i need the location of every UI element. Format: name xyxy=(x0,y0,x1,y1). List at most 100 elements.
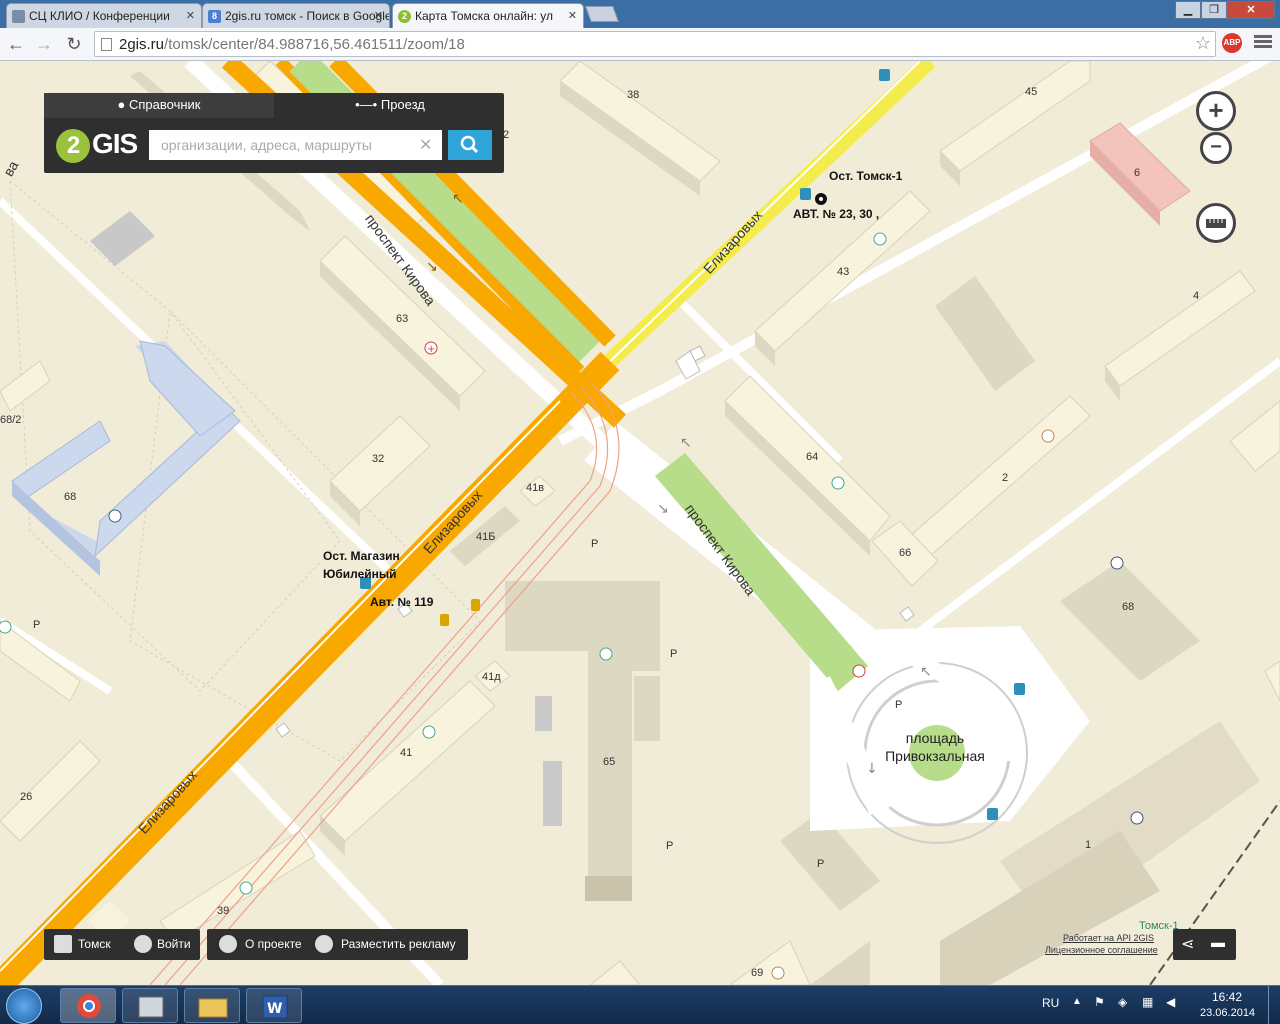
close-window-button[interactable]: ✕ xyxy=(1227,1,1275,19)
feedback-icon[interactable]: ▬ xyxy=(1211,934,1225,950)
language-indicator[interactable]: RU xyxy=(1042,996,1059,1010)
address-bar[interactable]: 2gis.ru/tomsk/center/84.988716,56.461511… xyxy=(94,31,1216,57)
tray-flag-icon[interactable]: ⚑ xyxy=(1094,995,1105,1009)
stop-label-magazin[interactable]: Ост. Магазин xyxy=(323,549,400,564)
tab-title: СЦ КЛИО / Конференции xyxy=(29,9,170,23)
clock-date[interactable]: 23.06.2014 xyxy=(1200,1007,1255,1019)
building-number: 41д xyxy=(482,671,501,683)
start-button[interactable] xyxy=(6,988,42,1024)
tab-klio[interactable]: СЦ КЛИО / Конференции ✕ xyxy=(6,3,202,28)
building-number: 68 xyxy=(1122,601,1135,613)
building-number: 45 xyxy=(1025,86,1038,98)
zoom-in-button[interactable]: + xyxy=(1196,91,1236,131)
route-icon: •—• xyxy=(355,97,381,112)
minimize-button[interactable]: ▁ xyxy=(1175,1,1201,19)
forward-arrow-icon[interactable]: → xyxy=(32,32,56,56)
tab-close-icon[interactable]: ✕ xyxy=(568,9,577,22)
tab-route[interactable]: •—• Проезд xyxy=(276,93,504,118)
advertise-button[interactable]: Разместить рекламу xyxy=(341,937,456,951)
share-icon[interactable]: ⋖ xyxy=(1181,934,1194,954)
browser-tab-bar: СЦ КЛИО / Конференции ✕ 8 2gis.ru томск … xyxy=(0,0,1280,28)
tab-directory[interactable]: ● Справочник xyxy=(44,93,274,118)
tab-google[interactable]: 8 2gis.ru томск - Поиск в Google ✕ xyxy=(202,3,390,28)
restore-button[interactable]: ❐ xyxy=(1201,1,1227,19)
2gis-logo[interactable]: 2 GIS xyxy=(56,128,138,163)
building-number: 32 xyxy=(372,453,385,465)
building-number: 68/2 xyxy=(0,414,22,426)
tab-2gis[interactable]: 2 Карта Томска онлайн: ул ✕ xyxy=(392,3,584,28)
building-number: 39 xyxy=(217,905,230,917)
search-button[interactable] xyxy=(448,130,492,160)
svg-text:W: W xyxy=(267,1001,282,1017)
tab-close-icon[interactable]: ✕ xyxy=(186,9,195,22)
reload-icon[interactable]: ↻ xyxy=(62,32,86,56)
building-number: 26 xyxy=(20,791,33,803)
logo-digit: 2 xyxy=(56,129,90,163)
building-number: 64 xyxy=(806,451,819,463)
tab-title: 2gis.ru томск - Поиск в Google xyxy=(225,9,390,23)
license-link[interactable]: Лицензионное соглашение xyxy=(1045,945,1158,955)
page-icon xyxy=(12,10,25,23)
taskbar-chrome-icon[interactable] xyxy=(60,988,116,1023)
show-hidden-icons[interactable]: ▲ xyxy=(1072,996,1082,1007)
city-icon xyxy=(54,935,72,953)
building-number: 68 xyxy=(64,491,77,503)
share-feedback-bar: ⋖ ▬ xyxy=(1173,929,1236,960)
page-icon xyxy=(101,38,112,51)
user-icon xyxy=(134,935,152,953)
taskbar-explorer-icon[interactable] xyxy=(122,988,178,1023)
volume-icon[interactable]: ◀ xyxy=(1166,995,1175,1009)
login-button[interactable]: Войти xyxy=(157,937,191,951)
stop-routes-tomsk1: АВТ. № 23, 30 , xyxy=(793,207,880,221)
network-icon[interactable]: ▦ xyxy=(1142,995,1153,1009)
browser-menu-icon[interactable] xyxy=(1254,33,1272,51)
taskbar-word-icon[interactable]: W xyxy=(246,988,302,1023)
building-number: 4 xyxy=(1193,290,1200,302)
adblock-plus-icon[interactable]: ABP xyxy=(1222,33,1242,53)
city-button[interactable]: Томск xyxy=(78,937,111,951)
windows-taskbar: W RU ▲ ⚑ ◈ ▦ ◀ 16:42 23.06.2014 xyxy=(0,985,1280,1024)
tab-route-label: Проезд xyxy=(380,97,425,112)
tray-app-icon[interactable]: ◈ xyxy=(1118,995,1127,1009)
stop-routes-magazin: Авт. № 119 xyxy=(370,595,434,609)
new-tab-button[interactable] xyxy=(585,6,619,22)
show-desktop-button[interactable] xyxy=(1268,986,1280,1024)
building-number: 63 xyxy=(396,313,409,325)
building-number: 69 xyxy=(751,967,764,979)
square-label-line-1: площадь xyxy=(905,730,965,746)
svg-text:↘: ↘ xyxy=(426,259,438,275)
building-number: 41 xyxy=(400,747,413,759)
stop-label-tomsk1[interactable]: Ост. Томск-1 xyxy=(829,169,902,184)
map-canvas[interactable]: ↖ ↘ ↖ ↘ ↖ ↓ + проспект Кирова проспект К… xyxy=(0,61,1280,985)
building-number: 41Б xyxy=(476,531,496,543)
stop-label-magazin-2: Юбилейный xyxy=(323,567,397,581)
city-login-bar: Томск Войти xyxy=(44,929,200,960)
browser-toolbar: ← → ↻ 2gis.ru/tomsk/center/84.988716,56.… xyxy=(0,28,1280,61)
search-input[interactable] xyxy=(149,130,442,160)
logo-text: GIS xyxy=(92,128,138,159)
square-label-line-2: Привокзальная xyxy=(885,748,985,764)
clock-time[interactable]: 16:42 xyxy=(1212,990,1242,1004)
google-icon: 8 xyxy=(208,10,221,23)
pin-icon: ● xyxy=(117,97,129,112)
svg-text:+: + xyxy=(427,344,435,355)
building-number: 1 xyxy=(1085,839,1092,851)
ruler-icon xyxy=(1206,219,1226,228)
api-credit-link[interactable]: Работает на API 2GIS xyxy=(1063,933,1154,943)
ruler-button[interactable] xyxy=(1196,203,1236,243)
about-button[interactable]: О проекте xyxy=(245,937,302,951)
zoom-out-button[interactable]: − xyxy=(1200,132,1232,164)
clear-icon[interactable]: ✕ xyxy=(419,135,432,155)
search-panel: ● Справочник •—• Проезд 2GIS ✕ xyxy=(44,93,504,173)
parking-marker: P xyxy=(666,840,674,852)
building-number: 41в xyxy=(526,482,545,494)
taskbar-folder-icon[interactable] xyxy=(184,988,240,1023)
parking-marker: P xyxy=(817,858,825,870)
bookmark-star-icon[interactable]: ☆ xyxy=(1195,33,1211,54)
about-bar: О проекте Разместить рекламу xyxy=(207,929,468,960)
back-arrow-icon[interactable]: ← xyxy=(4,32,28,56)
parking-marker: P xyxy=(33,619,41,631)
tab-directory-label: Справочник xyxy=(128,97,201,112)
building-number: 2 xyxy=(1002,472,1009,484)
tab-close-icon[interactable]: ✕ xyxy=(374,9,383,22)
